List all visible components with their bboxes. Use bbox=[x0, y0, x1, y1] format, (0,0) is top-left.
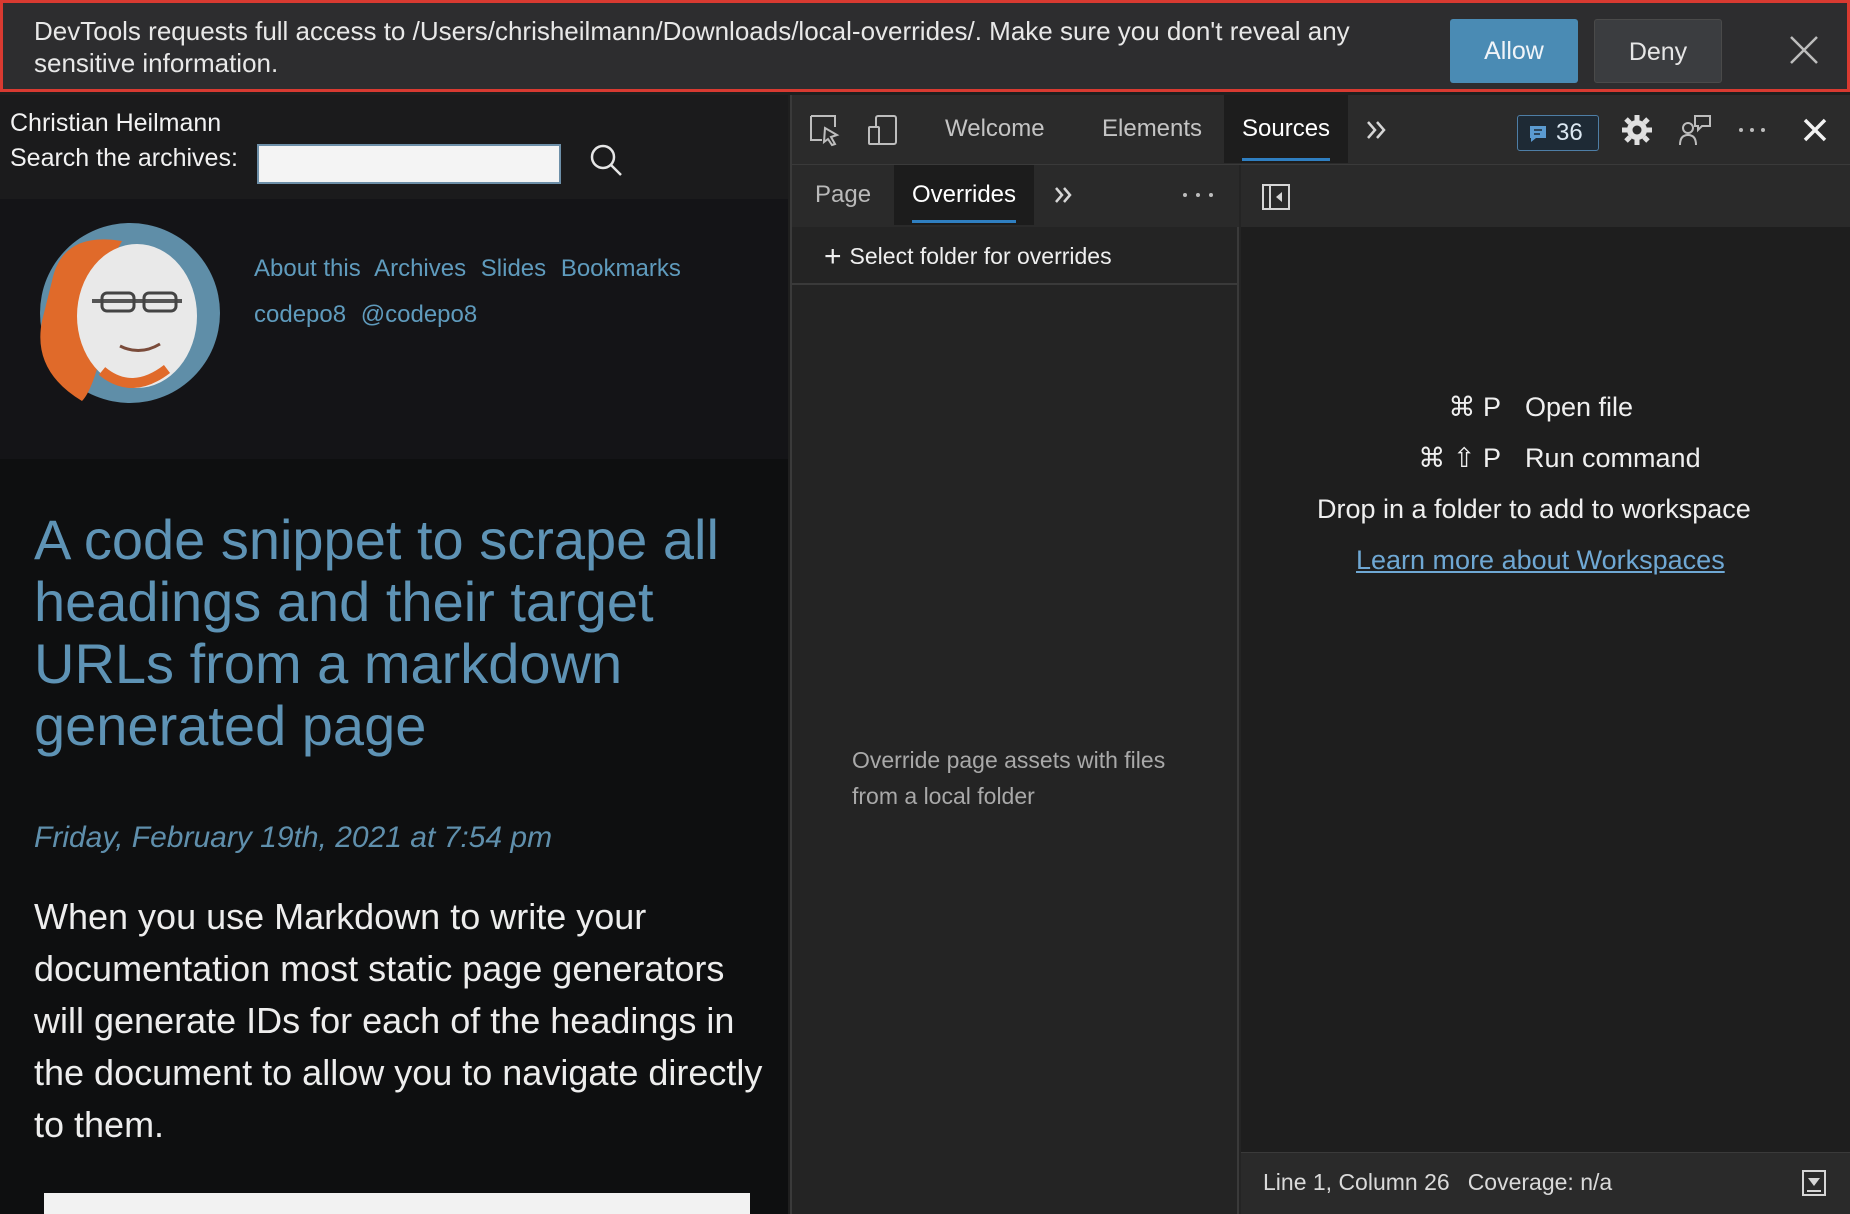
site-header: Christian Heilmann Search the archives: bbox=[0, 95, 788, 199]
social-link-twitter[interactable]: @codepo8 bbox=[361, 301, 477, 328]
message-icon bbox=[1530, 126, 1546, 142]
select-folder-label: Select folder for overrides bbox=[849, 243, 1112, 269]
sources-editor: ⌘ P Open file ⌘ ⇧ P Run command Drop in … bbox=[1241, 165, 1850, 1214]
search-input[interactable] bbox=[257, 144, 561, 184]
profile-section: About this Archives Slides Bookmarks cod… bbox=[0, 199, 788, 459]
devtools-toolbar: Welcome Elements Sources 36 bbox=[792, 95, 1850, 165]
shortcut-keys: ⌘ ⇧ P bbox=[1418, 443, 1501, 473]
social-link-codepo8[interactable]: codepo8 bbox=[254, 301, 346, 328]
deny-button[interactable]: Deny bbox=[1594, 19, 1722, 83]
more-options-icon[interactable] bbox=[1735, 113, 1769, 147]
close-icon[interactable] bbox=[1787, 33, 1821, 67]
learn-more-workspaces-link[interactable]: Learn more about Workspaces bbox=[1356, 545, 1725, 576]
article-paragraph: When you use Markdown to write your docu… bbox=[34, 896, 763, 1145]
social-links: codepo8 @codepo8 bbox=[254, 301, 485, 329]
site-nav: About this Archives Slides Bookmarks bbox=[254, 255, 689, 283]
article-date: Friday, February 19th, 2021 at 7:54 pm bbox=[34, 821, 553, 854]
select-folder-button[interactable]: + Select folder for overrides bbox=[792, 227, 1239, 285]
more-tabs-chevron-icon[interactable] bbox=[1364, 117, 1390, 143]
issues-counter[interactable]: 36 bbox=[1517, 115, 1599, 151]
settings-gear-icon[interactable] bbox=[1620, 113, 1654, 147]
article-title[interactable]: A code snippet to scrape all headings an… bbox=[34, 509, 764, 757]
more-tabs-chevron-icon[interactable] bbox=[1052, 183, 1076, 207]
plus-icon: + bbox=[824, 240, 842, 273]
navigator-tabs: Page Overrides bbox=[792, 165, 1239, 227]
permission-infobar: DevTools requests full access to /Users/… bbox=[0, 0, 1850, 92]
shortcut-action: Open file bbox=[1525, 392, 1634, 422]
drop-folder-hint: Drop in a folder to add to workspace bbox=[1317, 494, 1751, 524]
devtools-panel: Welcome Elements Sources 36 Page Overrid… bbox=[790, 95, 1850, 1214]
editor-toolbar bbox=[1241, 165, 1850, 227]
website-viewport: Christian Heilmann Search the archives: … bbox=[0, 95, 788, 1214]
issues-count: 36 bbox=[1556, 119, 1583, 146]
feedback-icon[interactable] bbox=[1678, 113, 1712, 147]
coverage-panel-icon[interactable] bbox=[1801, 1169, 1827, 1197]
status-text: Line 1, Column 26 Coverage: n/a bbox=[1263, 1169, 1630, 1196]
code-block bbox=[44, 1193, 750, 1214]
tab-sources[interactable]: Sources bbox=[1224, 95, 1349, 163]
device-emulation-icon[interactable] bbox=[866, 113, 900, 147]
status-bar: Line 1, Column 26 Coverage: n/a bbox=[1241, 1152, 1850, 1214]
tab-page[interactable]: Page bbox=[797, 165, 889, 225]
toggle-navigator-icon[interactable] bbox=[1261, 183, 1291, 211]
cursor-position[interactable]: Line 1, Column 26 bbox=[1263, 1169, 1450, 1195]
infobar-message: DevTools requests full access to /Users/… bbox=[34, 16, 1350, 78]
nav-link-bookmarks[interactable]: Bookmarks bbox=[561, 255, 681, 282]
allow-button[interactable]: Allow bbox=[1450, 19, 1578, 83]
sources-navigator: Page Overrides + Select folder for overri… bbox=[792, 165, 1239, 1214]
search-icon[interactable] bbox=[588, 142, 624, 178]
more-options-icon[interactable] bbox=[1180, 185, 1216, 205]
shortcut-action: Run command bbox=[1525, 443, 1701, 473]
article: A code snippet to scrape all headings an… bbox=[0, 459, 788, 1214]
site-name[interactable]: Christian Heilmann bbox=[10, 109, 221, 138]
close-devtools-icon[interactable] bbox=[1800, 115, 1830, 145]
tab-elements[interactable]: Elements bbox=[1084, 95, 1220, 163]
overrides-hint: Override page assets with files from a l… bbox=[852, 747, 1166, 809]
search-label: Search the archives: bbox=[10, 144, 238, 172]
coverage-status: Coverage: n/a bbox=[1467, 1169, 1613, 1195]
tab-overrides[interactable]: Overrides bbox=[894, 165, 1035, 225]
avatar[interactable] bbox=[22, 221, 222, 411]
inspect-element-icon[interactable] bbox=[808, 113, 842, 147]
nav-link-archives[interactable]: Archives bbox=[374, 255, 466, 282]
shortcut-keys: ⌘ P bbox=[1448, 392, 1501, 422]
nav-link-slides[interactable]: Slides bbox=[481, 255, 546, 282]
nav-link-about[interactable]: About this bbox=[254, 255, 361, 282]
tab-welcome[interactable]: Welcome bbox=[927, 95, 1063, 163]
